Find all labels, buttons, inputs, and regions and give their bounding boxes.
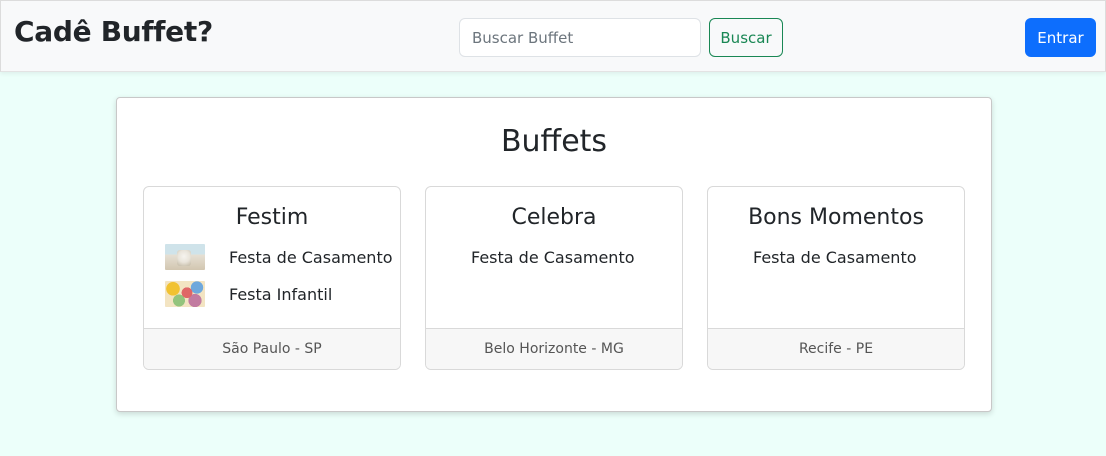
buffet-location: Belo Horizonte - MG (426, 328, 682, 369)
buffet-card-festim[interactable]: Festim Festa de Casamento Festa Infantil… (143, 186, 401, 370)
navbar: Cadê Buffet? Buscar Entrar (0, 0, 1106, 72)
buffet-name[interactable]: Bons Momentos (708, 205, 964, 230)
event-label: Festa de Casamento (471, 247, 635, 267)
buffet-card-bons-momentos[interactable]: Bons Momentos Festa de Casamento Recife … (707, 186, 965, 370)
event-item: Festa de Casamento (753, 244, 917, 270)
event-item: Festa de Casamento (471, 244, 635, 270)
buffet-location: Recife - PE (708, 328, 964, 369)
buffet-location: São Paulo - SP (144, 328, 400, 369)
event-label: Festa Infantil (229, 284, 333, 304)
event-item: Festa de Casamento (165, 244, 393, 270)
brand-title[interactable]: Cadê Buffet? (14, 15, 213, 48)
kids-party-photo (165, 281, 205, 307)
wedding-photo (165, 244, 205, 270)
search-button[interactable]: Buscar (709, 18, 783, 57)
buffets-panel: Buffets Festim Festa de Casamento Festa … (116, 97, 992, 412)
login-button[interactable]: Entrar (1025, 18, 1096, 57)
search-input[interactable] (459, 18, 701, 57)
page-title: Buffets (500, 124, 608, 159)
event-label: Festa de Casamento (229, 247, 393, 267)
event-item: Festa Infantil (165, 281, 332, 307)
event-label: Festa de Casamento (753, 247, 917, 267)
buffet-name[interactable]: Festim (144, 205, 400, 230)
buffet-card-celebra[interactable]: Celebra Festa de Casamento Belo Horizont… (425, 186, 683, 370)
buffet-name[interactable]: Celebra (426, 205, 682, 230)
